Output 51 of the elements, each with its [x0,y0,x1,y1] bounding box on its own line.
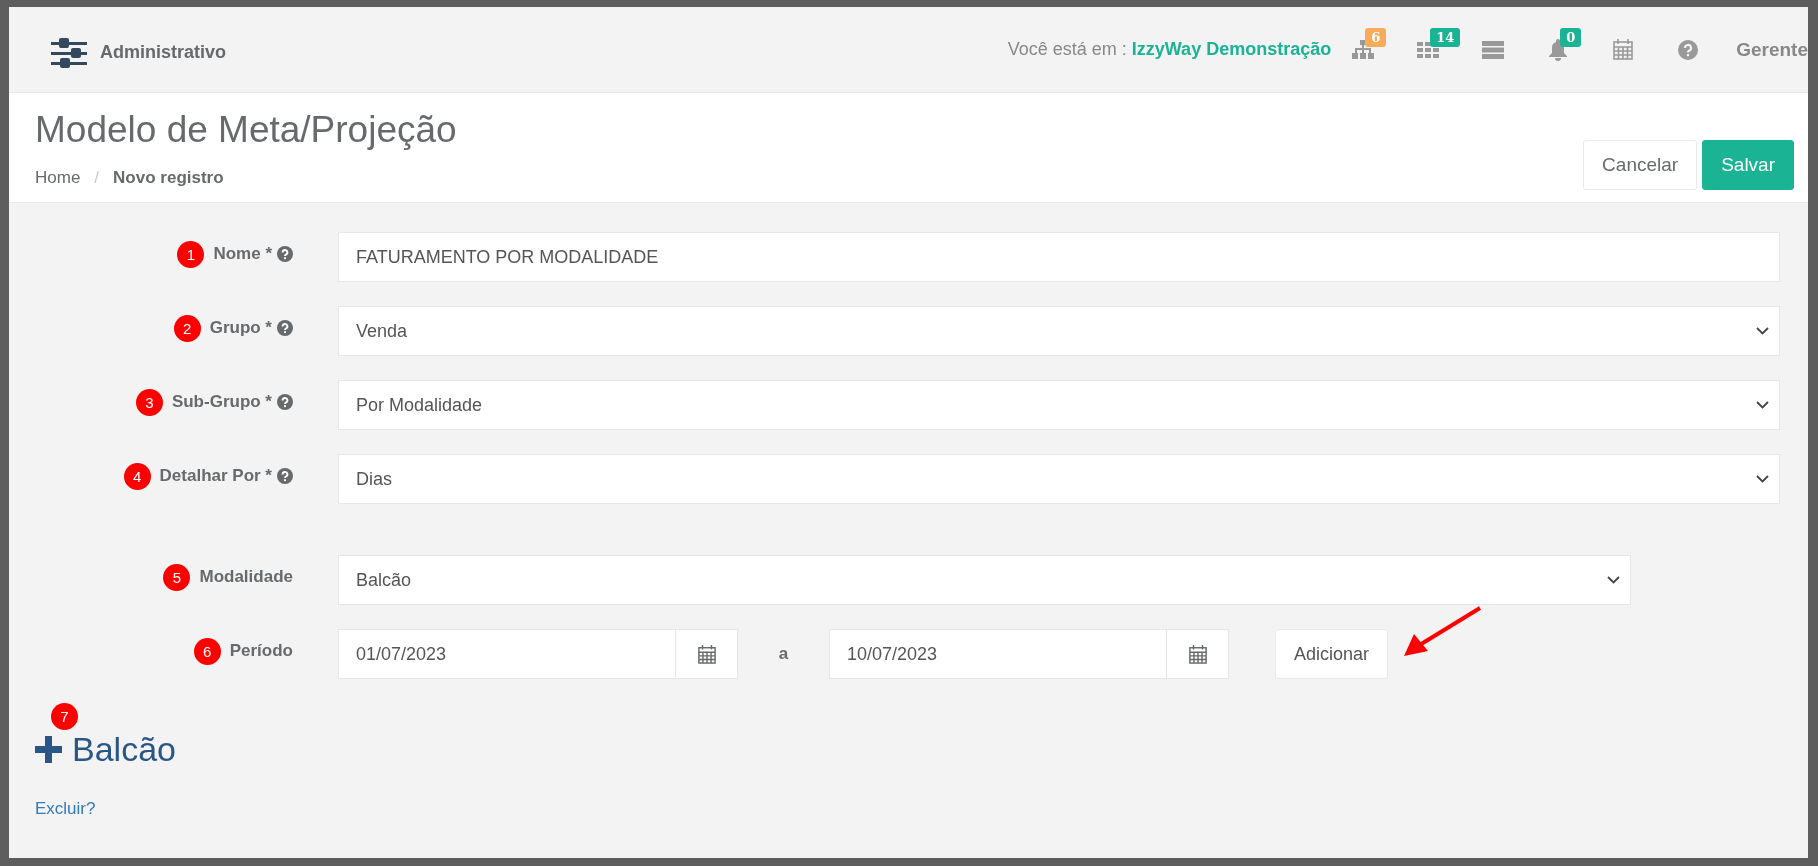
cancel-button[interactable]: Cancelar [1583,140,1698,190]
field-label: Modalidade [199,567,293,587]
count-badge: 6 [1365,27,1387,47]
step-number-badge: 4 [123,462,151,490]
select-field[interactable]: Balcão [338,555,1631,605]
calendar-icon [1613,39,1634,60]
field-label: Detalhar Por * [159,466,272,486]
page-title: Modelo de Meta/Projeção [35,109,458,151]
sliders-icon[interactable] [51,37,87,68]
plus-icon[interactable] [35,736,62,763]
caret-icon [1607,576,1620,584]
date-field[interactable]: 10/07/2023 [829,629,1229,679]
step-number-badge: 5 [163,563,191,591]
delete-link[interactable]: Excluir? [35,799,96,819]
caret-icon [1756,327,1769,335]
date-field[interactable]: 01/07/2023 [338,629,738,679]
caret-icon [1756,401,1769,409]
help-icon[interactable] [277,468,293,484]
step-number-badge: 1 [177,240,205,268]
help-icon[interactable] [277,320,293,336]
arrow-icon [1402,606,1483,658]
count-badge: 0 [1560,27,1582,47]
context-label: Você está em : [1007,39,1128,60]
select-field[interactable]: Venda [338,306,1780,356]
calendar-icon [1188,644,1207,664]
calendar-icon [697,644,716,664]
step-number-badge: 3 [135,388,163,416]
section-title: Balcão [72,730,176,769]
range-separator: a [777,644,790,664]
field-label: Nome * [213,244,272,264]
caret-icon [1756,475,1769,483]
help-icon [1678,39,1699,60]
breadcrumb-item: Novo registro [113,168,224,188]
breadcrumb-item[interactable]: Home [35,168,81,188]
text-field[interactable]: FATURAMENTO POR MODALIDADE [338,232,1780,282]
step-number-badge: 7 [51,703,78,730]
bell-icon [1548,38,1569,61]
step-number-badge: 6 [193,637,221,665]
select-field[interactable]: Dias [338,454,1780,504]
count-badge: 14 [1430,27,1461,47]
help-icon[interactable] [277,394,293,410]
field-label: Sub-Grupo * [171,392,272,412]
field-label: Grupo * [209,318,272,338]
add-button[interactable]: Adicionar [1275,629,1389,679]
module-title: Administrativo [100,42,227,63]
help-icon[interactable] [277,246,293,262]
breadcrumb-separator: / [94,168,100,188]
server-icon [1482,40,1505,59]
select-field[interactable]: Por Modalidade [338,380,1780,430]
field-label: Período [229,641,293,661]
step-number-badge: 2 [173,314,201,342]
